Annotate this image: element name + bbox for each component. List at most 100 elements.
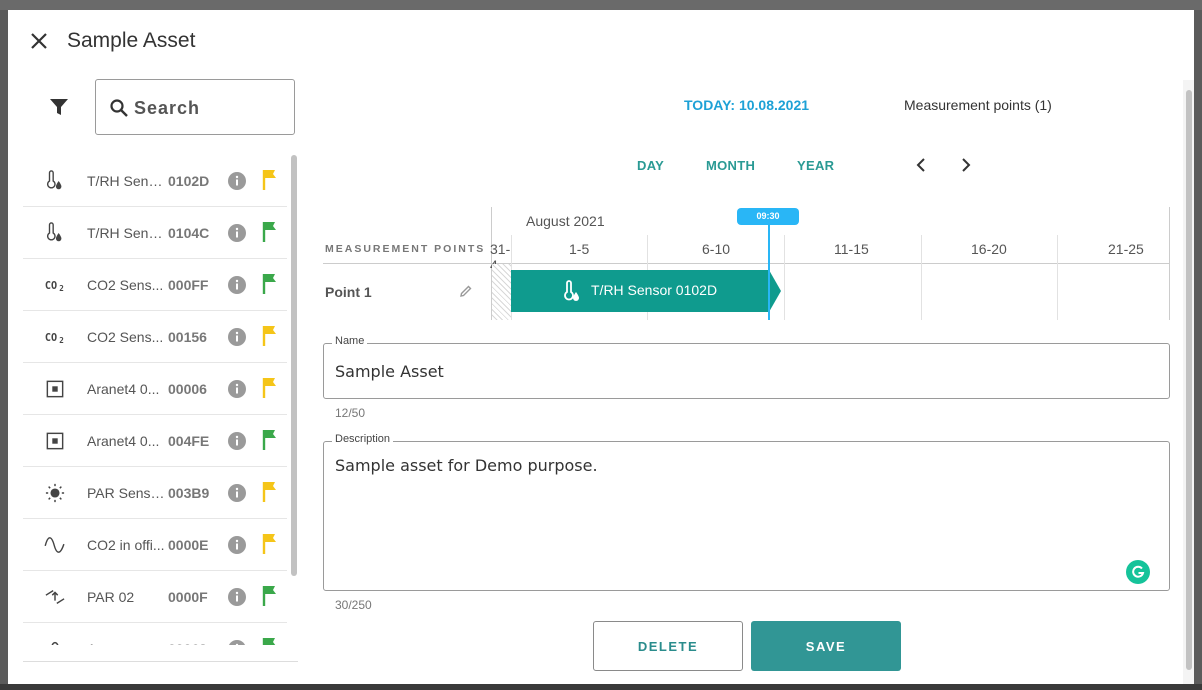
column-label: 16-20 [971,241,1007,257]
flag-icon[interactable] [261,220,279,244]
svg-text:CO: CO [45,281,57,292]
description-char-count: 30/250 [335,598,372,612]
search-icon [110,99,128,117]
sun-icon [41,481,69,505]
par-sensor-icon [41,585,69,609]
flag-icon[interactable] [261,272,279,296]
range-month-button[interactable]: MONTH [706,158,755,173]
dialog-header: Sample Asset [8,10,1194,72]
svg-text:2: 2 [59,284,64,293]
name-char-count: 12/50 [335,406,366,420]
info-icon[interactable] [227,535,247,555]
flag-icon[interactable] [261,428,279,452]
device-name: CO2 Sens... [87,329,164,345]
square-dot-icon [41,377,69,401]
pencil-icon[interactable] [458,283,474,299]
column-label: 6-10 [702,241,731,257]
device-name: T/RH Sens... [87,173,167,189]
device-list-scrollbar[interactable] [291,155,297,576]
device-id: 0102D [168,173,210,189]
point-label: Point 1 [325,284,372,300]
flag-icon[interactable] [261,584,279,608]
thermometer-drop-icon [564,280,579,301]
description-label: Description [332,433,394,445]
device-name: CO2 in offi... [87,537,165,553]
dialog-title: Sample Asset [67,29,196,52]
description-field: Description Sample asset for Demo purpos… [323,433,1170,591]
timeline: August 2021 MEASUREMENT POINTS 31-4 1-5 … [323,207,1170,320]
name-label: Name [332,335,368,347]
measurement-points-count: Measurement points (1) [904,97,1052,113]
device-row[interactable]: PAR Senso... 003B9 [23,467,287,519]
now-time-badge: 09:30 [737,208,799,225]
close-icon[interactable] [28,30,50,52]
device-row[interactable]: PAR 02 0000F [23,571,287,623]
device-id: 00063 [168,641,207,645]
info-icon[interactable] [227,431,247,451]
device-name: PAR Senso... [87,485,167,501]
device-name: CO2 Sens... [87,277,164,293]
device-name: PAR 02 [87,589,135,605]
save-button[interactable]: SAVE [751,621,901,671]
column-label: 21-25 [1108,241,1144,257]
range-year-button[interactable]: YEAR [797,158,834,173]
thermometer-drop-icon [41,169,69,193]
flag-icon[interactable] [261,376,279,400]
flag-icon[interactable] [261,532,279,556]
flag-icon[interactable] [261,324,279,348]
info-icon[interactable] [227,171,247,191]
info-icon[interactable] [227,379,247,399]
backdrop-bottom [0,684,1202,690]
measurement-points-header: MEASUREMENT POINTS [325,243,486,255]
flag-icon[interactable] [261,480,279,504]
unavailable-range [492,264,511,320]
device-id: 00156 [168,329,207,345]
device-name: T/RH Sens... [87,225,167,241]
device-row[interactable]: Aranet4 0... 004FE [23,415,287,467]
search-input[interactable] [134,94,284,122]
co2-icon: CO 2 [41,325,69,349]
chevron-left-icon[interactable] [913,156,931,174]
grammarly-icon[interactable] [1126,560,1150,584]
device-id: 0000E [168,537,209,553]
name-input[interactable] [335,360,1155,382]
chevron-right-icon[interactable] [957,156,975,174]
info-icon[interactable] [227,223,247,243]
device-id: 004FE [168,433,210,449]
device-list: T/RH Sens... 0102D T/RH Sens... 0104C CO 2 CO2… [23,155,287,645]
device-row[interactable]: T/RH Sens... 0104C [23,207,287,259]
device-row[interactable]: T/RH Sens... 0102D [23,155,287,207]
flag-icon[interactable] [261,636,279,645]
device-id: 000FF [168,277,209,293]
info-icon[interactable] [227,587,247,607]
grid-line [784,235,785,320]
divider [23,661,298,662]
filter-icon[interactable] [48,96,70,118]
search-field[interactable] [95,79,295,135]
delete-button[interactable]: DELETE [593,621,743,671]
sensor-bar[interactable]: T/RH Sensor 0102D [511,270,781,312]
info-icon[interactable] [227,275,247,295]
grid-line [323,263,1170,264]
column-label: 1-5 [569,241,590,257]
dialog-scrollbar[interactable] [1186,90,1192,670]
range-day-button[interactable]: DAY [637,158,664,173]
device-id: 0104C [168,225,210,241]
now-indicator [768,225,770,320]
column-label: 11-15 [834,241,869,257]
device-row[interactable]: CO 2 CO2 Sens... 00156 [23,311,287,363]
device-id: 003B9 [168,485,210,501]
device-row[interactable]: A...00063 [23,623,287,645]
flag-icon[interactable] [261,168,279,192]
device-row[interactable]: CO2 in offi... 0000E [23,519,287,571]
device-row[interactable]: CO 2 CO2 Sens... 000FF [23,259,287,311]
info-icon[interactable] [227,639,247,645]
svg-text:2: 2 [59,336,64,345]
info-icon[interactable] [227,327,247,347]
device-name: A... [87,641,167,645]
device-row[interactable]: Aranet4 0... 00006 [23,363,287,415]
thermometer-drop-icon [41,221,69,245]
today-label[interactable]: TODAY: 10.08.2021 [684,97,809,113]
description-input[interactable]: Sample asset for Demo purpose. [335,456,1155,576]
info-icon[interactable] [227,483,247,503]
